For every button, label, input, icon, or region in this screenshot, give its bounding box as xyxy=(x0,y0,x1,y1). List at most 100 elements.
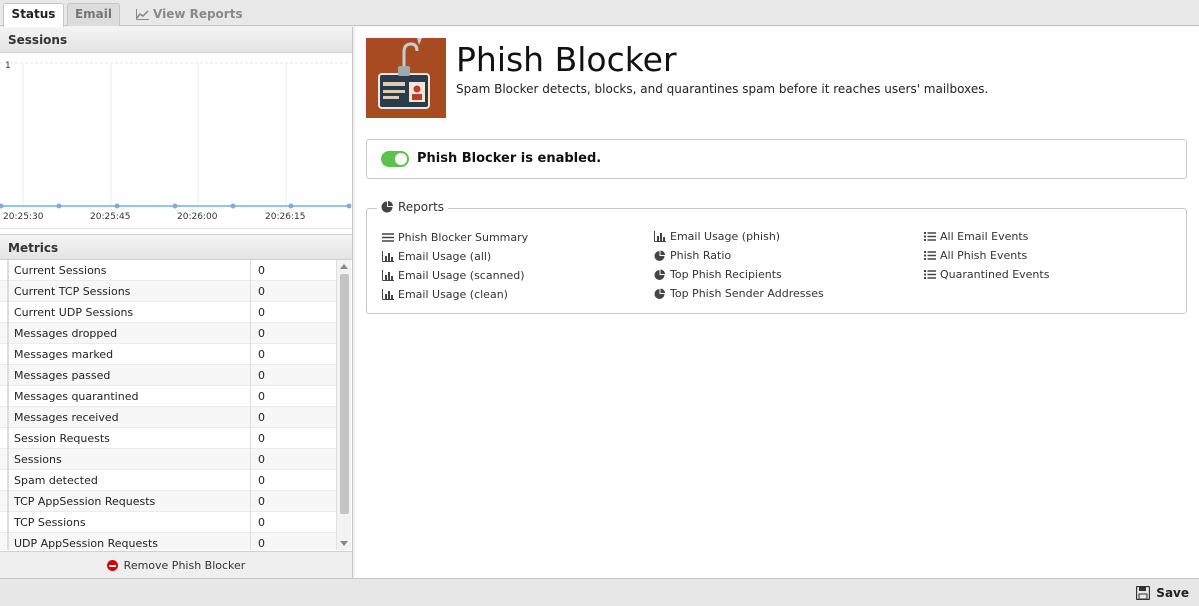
sessions-data-point xyxy=(0,203,4,209)
report-link[interactable]: All Email Events xyxy=(924,230,1028,243)
tab-bar: Status Email View Reports xyxy=(0,0,1199,27)
report-link-label: Email Usage (all) xyxy=(398,250,492,263)
metrics-header: Metrics xyxy=(0,234,352,260)
chart-series xyxy=(0,203,352,209)
metric-name: TCP AppSession Requests xyxy=(7,491,250,512)
chart-grid xyxy=(0,62,350,206)
metric-name: Messages marked xyxy=(7,344,250,365)
metric-name: Messages quarantined xyxy=(7,386,250,407)
save-label: Save xyxy=(1156,586,1189,600)
metric-value: 0 xyxy=(250,533,336,550)
report-link-label: All Phish Events xyxy=(940,249,1028,262)
tab-view-reports[interactable]: View Reports xyxy=(134,3,244,26)
enable-toggle[interactable] xyxy=(381,151,409,167)
metric-row: Current TCP Sessions 0 xyxy=(0,281,336,302)
pie-chart-icon xyxy=(381,201,393,213)
report-link-label: Phish Blocker Summary xyxy=(398,231,529,244)
report-link-label: Email Usage (scanned) xyxy=(398,269,525,282)
bar-chart-icon xyxy=(654,231,666,242)
y-tick-label: 1 xyxy=(5,61,11,71)
report-link-label: Top Phish Sender Addresses xyxy=(670,287,824,300)
metrics-grid: Current Sessions 0 Current TCP Sessions 0 Cu… xyxy=(0,260,352,550)
scroll-up-icon[interactable] xyxy=(340,264,348,269)
reports-panel: Reports Phish Blocker Summary Email Usage… xyxy=(366,200,1187,314)
metric-row: Current Sessions 0 xyxy=(0,260,336,281)
x-tick-label: 20:26:00 xyxy=(177,212,218,222)
bar-chart-icon xyxy=(382,251,394,262)
remove-app-button[interactable]: Remove Phish Blocker xyxy=(0,551,352,578)
metric-name: UDP AppSession Requests xyxy=(7,533,250,550)
footer-bar: Save xyxy=(0,578,1199,606)
list-lines-icon xyxy=(382,233,394,242)
metric-value: 0 xyxy=(250,344,336,365)
save-icon xyxy=(1136,586,1151,600)
metric-row: Sessions 0 xyxy=(0,449,336,470)
metric-name: Spam detected xyxy=(7,470,250,491)
metric-name: Messages passed xyxy=(7,365,250,386)
x-tick-label: 20:25:45 xyxy=(90,212,130,222)
report-link[interactable]: Email Usage (all) xyxy=(382,250,491,263)
report-link-label: All Email Events xyxy=(940,230,1029,243)
metric-row: Messages quarantined 0 xyxy=(0,386,336,407)
scroll-down-icon[interactable] xyxy=(340,541,348,546)
metric-value: 0 xyxy=(250,512,336,533)
report-link-label: Phish Ratio xyxy=(670,249,732,262)
metric-value: 0 xyxy=(250,491,336,512)
report-link-label: Top Phish Recipients xyxy=(670,268,782,281)
toggle-knob xyxy=(395,153,407,165)
metric-value: 0 xyxy=(250,260,336,281)
metric-name: Messages dropped xyxy=(7,323,250,344)
report-link[interactable]: All Phish Events xyxy=(924,249,1027,262)
metric-value: 0 xyxy=(250,386,336,407)
save-button[interactable]: Save xyxy=(1136,583,1189,603)
metric-value: 0 xyxy=(250,365,336,386)
list-bullets-icon xyxy=(924,270,936,279)
report-link[interactable]: Phish Ratio xyxy=(654,249,731,262)
metric-name: Current UDP Sessions xyxy=(7,302,250,323)
sessions-chart: 1 20:25:30 20:25:45 20:26:00 20:26:15 xyxy=(0,53,352,229)
chart-x-ticks: 20:25:30 20:25:45 20:26:00 20:26:15 xyxy=(3,212,305,222)
metric-row: TCP Sessions 0 xyxy=(0,512,336,533)
metric-row: Messages marked 0 xyxy=(0,344,336,365)
report-link-label: Email Usage (clean) xyxy=(398,288,508,301)
tab-status[interactable]: Status xyxy=(3,3,64,27)
metric-row: UDP AppSession Requests 0 xyxy=(0,533,336,550)
left-panel: Sessions 1 20:25:30 20:25:45 20:26:00 20:26… xyxy=(0,27,353,578)
sessions-data-point xyxy=(56,203,62,209)
report-link[interactable]: Email Usage (scanned) xyxy=(382,269,525,282)
metric-value: 0 xyxy=(250,470,336,491)
line-chart-icon xyxy=(136,9,149,20)
x-tick-label: 20:25:30 xyxy=(3,212,44,222)
list-bullets-icon xyxy=(924,232,936,241)
metric-value: 0 xyxy=(250,407,336,428)
report-link-label: Email Usage (phish) xyxy=(670,230,781,243)
bar-chart-icon xyxy=(382,289,394,300)
metric-value: 0 xyxy=(250,302,336,323)
tab-email[interactable]: Email xyxy=(67,3,120,26)
metric-value: 0 xyxy=(250,449,336,470)
tab-view-reports-label: View Reports xyxy=(153,7,243,21)
pie-chart-icon xyxy=(654,250,665,261)
x-tick-label: 20:26:15 xyxy=(265,212,305,222)
report-link[interactable]: Email Usage (clean) xyxy=(382,288,508,301)
phish-blocker-logo-icon xyxy=(366,29,446,118)
report-link[interactable]: Top Phish Sender Addresses xyxy=(654,287,824,300)
metric-name: TCP Sessions xyxy=(7,512,250,533)
metric-row: Messages received 0 xyxy=(0,407,336,428)
sessions-chart-svg: 1 20:25:30 20:25:45 20:26:00 20:26:15 xyxy=(0,61,352,222)
sessions-header: Sessions xyxy=(0,27,352,53)
report-link[interactable]: Top Phish Recipients xyxy=(654,268,782,281)
sessions-data-point xyxy=(230,203,236,209)
report-link[interactable]: Email Usage (phish) xyxy=(654,230,780,243)
scroll-thumb[interactable] xyxy=(340,274,349,514)
bar-chart-icon xyxy=(382,270,394,281)
metrics-scrollbar[interactable] xyxy=(336,260,351,550)
minus-circle-icon xyxy=(106,559,118,571)
metric-row: Session Requests 0 xyxy=(0,428,336,449)
metric-value: 0 xyxy=(250,281,336,302)
report-link[interactable]: Quarantined Events xyxy=(924,268,1049,281)
metric-value: 0 xyxy=(250,428,336,449)
sessions-data-point xyxy=(288,203,294,209)
pie-chart-icon xyxy=(654,288,665,299)
report-link[interactable]: Phish Blocker Summary xyxy=(382,231,528,244)
